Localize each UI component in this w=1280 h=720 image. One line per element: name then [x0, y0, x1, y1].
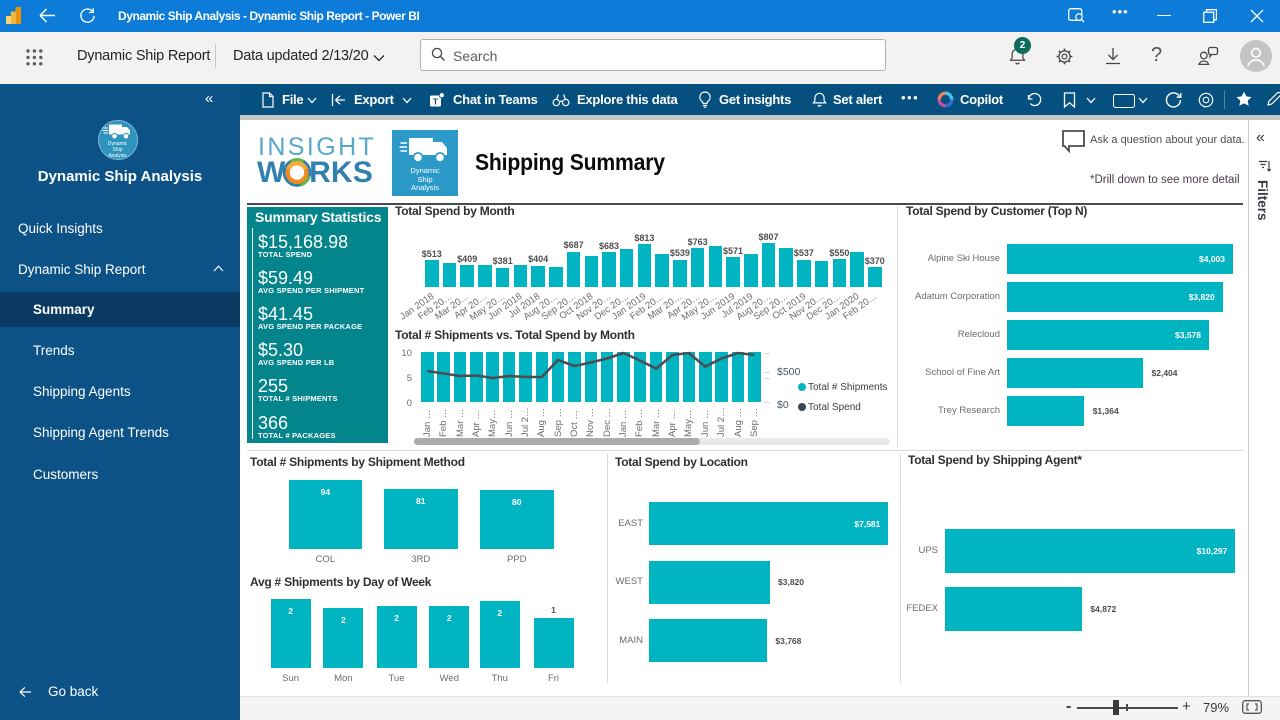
svg-text:T: T [433, 96, 439, 106]
